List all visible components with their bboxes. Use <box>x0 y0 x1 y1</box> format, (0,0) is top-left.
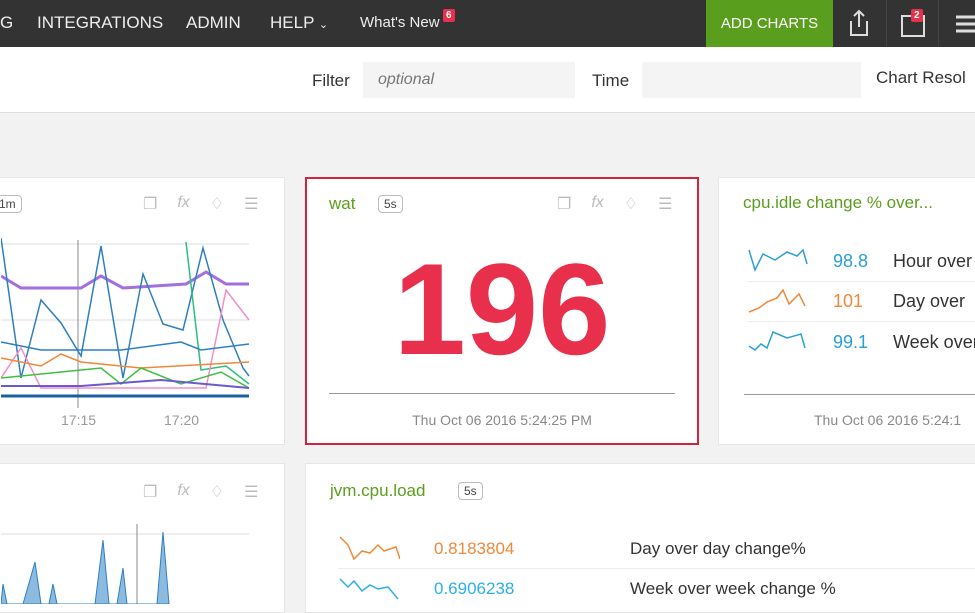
top-nav: G INTEGRATIONS ADMIN HELP ⌄ What's New 6… <box>0 0 975 47</box>
chevron-down-icon: ⌄ <box>318 19 329 31</box>
fx-icon[interactable]: fx <box>177 482 189 502</box>
row-label: Week over <box>893 331 975 352</box>
resolution-badge: 5s <box>458 482 483 500</box>
row-value: 0.8183804 <box>434 538 515 558</box>
list-item: 0.8183804 Day over day change% <box>338 529 975 569</box>
row-value: 101 <box>833 291 864 311</box>
time-label: Time <box>592 71 630 90</box>
card-title[interactable]: cpu.idle change % over... <box>743 193 933 213</box>
add-charts-button[interactable]: ADD CHARTS <box>706 0 833 47</box>
line-chart <box>1 238 250 408</box>
card-toolbar: ❐ fx ♢ ☰ <box>557 194 672 214</box>
card-toolbar: ❐ fx ♢ ☰ <box>143 194 258 214</box>
sparkline <box>748 248 808 272</box>
row-value: 0.6906238 <box>434 579 515 598</box>
nav-help[interactable]: HELP ⌄ <box>270 13 328 33</box>
sparkline <box>339 578 399 600</box>
duplicate-icon[interactable]: ❐ <box>557 194 571 214</box>
fx-icon[interactable]: fx <box>177 194 189 214</box>
timestamp: Thu Oct 06 2016 5:24:1 <box>814 412 962 428</box>
single-stat-card-wat: wat 5s ❐ fx ♢ ☰ 196 Thu Oct 06 2016 5:24:25… <box>305 177 699 445</box>
stat-value: 196 <box>393 236 611 382</box>
chart-card-line: 1m ❐ fx ♢ ☰ 17:15 17:20 <box>0 177 285 445</box>
row-label: Day over day change% <box>630 538 806 558</box>
row-label: Hour over <box>893 251 973 271</box>
list-item: 99.1 Week over <box>747 322 975 362</box>
filter-label: Filter <box>312 71 350 90</box>
menu-icon[interactable]: ☰ <box>244 194 258 214</box>
nav-whats-new[interactable]: What's New <box>360 14 440 31</box>
bell-icon[interactable]: ♢ <box>210 194 224 214</box>
share-icon[interactable] <box>846 9 872 37</box>
whats-new-label: What's New <box>360 14 440 31</box>
filter-bar: Filter Time Chart Resol <box>0 47 975 113</box>
list-item: 0.6906238 Week over week change % <box>338 569 975 609</box>
sparkline <box>339 535 400 560</box>
menu-icon[interactable]: ☰ <box>658 194 672 214</box>
card-title[interactable]: wat <box>329 194 355 214</box>
resolution-badge: 5s <box>378 195 403 213</box>
duplicate-icon[interactable]: ❐ <box>143 482 157 502</box>
nav-help-label: HELP <box>270 13 315 32</box>
row-value: 98.8 <box>833 251 869 271</box>
row-label: Week over week change % <box>630 579 836 598</box>
fx-icon[interactable]: fx <box>591 194 603 214</box>
row-value: 99.1 <box>833 331 869 352</box>
time-input[interactable] <box>642 62 861 98</box>
list-item: 101 Day over <box>747 282 975 322</box>
menu-icon[interactable]: ☰ <box>244 482 258 502</box>
row-label: Day over <box>893 291 966 311</box>
timestamp: Thu Oct 06 2016 5:24:25 PM <box>412 412 592 428</box>
sparkline <box>748 288 806 313</box>
chart-card-area: ❐ fx ♢ ☰ <box>0 463 285 613</box>
x-tick: 17:20 <box>164 412 200 428</box>
chart-resolution-label: Chart Resol <box>876 68 966 87</box>
x-tick: 17:15 <box>61 412 97 428</box>
notifications-badge: 2 <box>911 9 923 22</box>
sparkline-card-cpu-idle: cpu.idle change % over... 98.8 Hour over… <box>718 177 975 445</box>
duplicate-icon[interactable]: ❐ <box>143 194 157 214</box>
resolution-badge: 1m <box>0 195 22 213</box>
list-item: 98.8 Hour over <box>747 242 975 282</box>
menu-icon[interactable] <box>956 14 975 34</box>
area-chart <box>1 524 249 604</box>
whats-new-badge: 6 <box>443 9 455 22</box>
filter-input[interactable] <box>363 62 575 98</box>
nav-integrations[interactable]: INTEGRATIONS <box>37 13 163 33</box>
bell-icon[interactable]: ♢ <box>624 194 638 214</box>
bell-icon[interactable]: ♢ <box>210 482 224 502</box>
sparkline <box>748 331 806 351</box>
sparkline-card-jvm-cpu-load: jvm.cpu.load 5s 0.8183804 Day over day c… <box>305 463 975 613</box>
card-toolbar: ❐ fx ♢ ☰ <box>143 482 258 502</box>
nav-admin[interactable]: ADMIN <box>186 13 241 33</box>
card-title[interactable]: jvm.cpu.load <box>330 481 425 501</box>
nav-item[interactable]: G <box>0 13 13 33</box>
